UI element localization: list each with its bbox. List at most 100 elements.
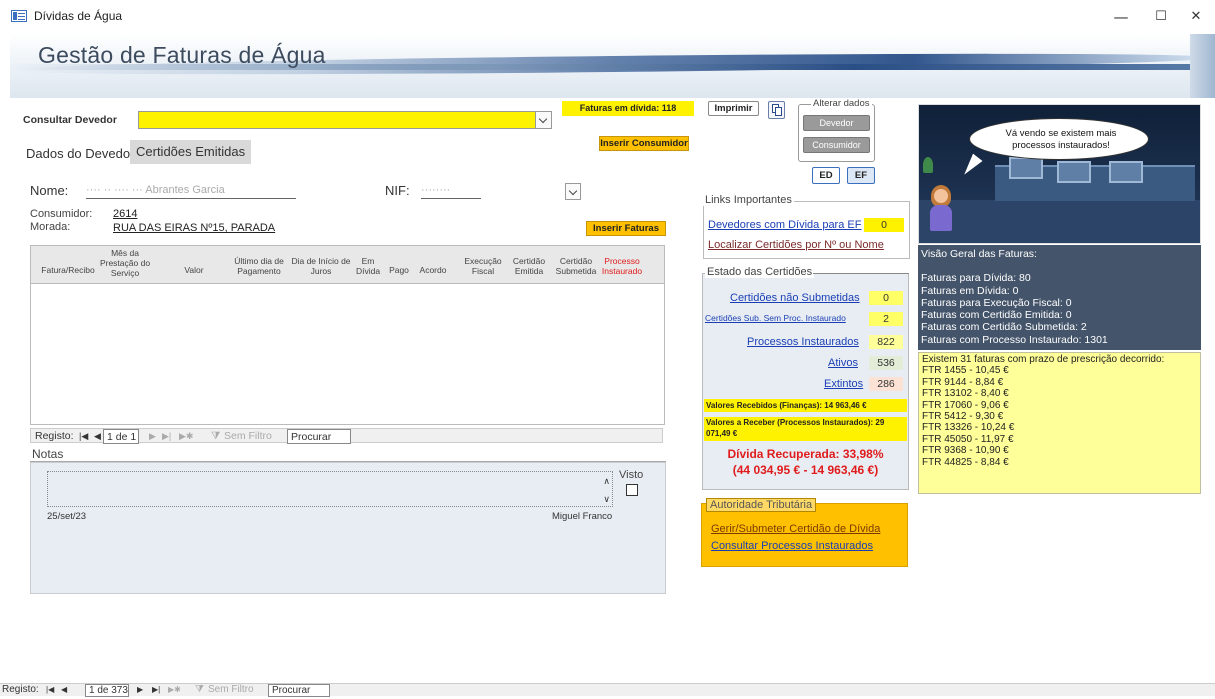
localizar-certidoes-link[interactable]: Localizar Certidões por Nº ou Nome <box>708 239 884 251</box>
visto-label: Visto <box>619 469 644 481</box>
morada-value[interactable]: RUA DAS EIRAS Nº15, PARADA <box>113 222 275 234</box>
col-certidao-submetida: Certidão Submetida <box>555 256 597 276</box>
gerir-certidao-link[interactable]: Gerir/Submeter Certidão de Dívida <box>711 523 880 535</box>
visao-geral-panel: Visão Geral das Faturas: Faturas para Dí… <box>918 245 1201 350</box>
monitor-icon <box>1009 157 1043 179</box>
visao-line: Faturas com Processo Instaurado: 1301 <box>921 333 1108 346</box>
col-ultimo-dia: Último dia de Pagamento <box>234 256 284 276</box>
estado-divider <box>813 273 909 274</box>
col-valor: Valor <box>184 265 204 275</box>
imprimir-button[interactable]: Imprimir <box>708 101 759 116</box>
tab-certidoes-emitidas[interactable]: Certidões Emitidas <box>130 140 252 164</box>
new-record-icon[interactable]: ▶✱ <box>168 684 181 699</box>
ativos-count: 536 <box>869 356 903 370</box>
prescricao-item: FTR 45050 - 11,97 € <box>922 433 1014 445</box>
procurar-input[interactable]: Procurar <box>287 429 351 444</box>
consultar-processos-link[interactable]: Consultar Processos Instaurados <box>711 540 873 552</box>
sem-filtro-button[interactable]: Sem Filtro <box>224 429 272 444</box>
extintos-link[interactable]: Extintos <box>824 378 863 390</box>
consumidor-value[interactable]: 2614 <box>113 208 137 220</box>
maximize-button[interactable]: ☐ <box>1141 4 1181 30</box>
next-record-icon[interactable]: ▶ <box>137 684 143 699</box>
registo-label: Registo: <box>2 684 39 695</box>
first-record-icon[interactable]: |◀ <box>46 684 54 699</box>
col-execucao-fiscal: Execução Fiscal <box>464 256 502 276</box>
title-bar: Dívidas de Água — ☐ ✕ <box>0 0 1215 34</box>
sem-filtro-button[interactable]: Sem Filtro <box>208 684 254 699</box>
devedores-ef-link[interactable]: Devedores com Dívida para EF <box>708 219 861 231</box>
estado-certidoes-panel: Estado das Certidões Certidões não Subme… <box>702 266 909 490</box>
minimize-button[interactable]: — <box>1101 4 1141 30</box>
prescricao-item: FTR 13102 - 8,40 € <box>922 388 1009 400</box>
ativos-link[interactable]: Ativos <box>828 357 858 369</box>
notas-textbox[interactable]: ∧ ∨ <box>47 471 613 507</box>
chevron-down-icon <box>566 184 580 199</box>
links-importantes-label: Links Importantes <box>703 194 794 206</box>
alterar-consumidor-button[interactable]: Consumidor <box>803 137 870 153</box>
banner-title: Gestão de Faturas de Água <box>38 42 326 68</box>
visao-line: Faturas com Certidão Submetida: 2 <box>921 321 1087 334</box>
visao-line: Faturas com Certidão Emitida: 0 <box>921 309 1072 322</box>
scroll-down-icon[interactable]: ∨ <box>603 494 610 505</box>
autoridade-tributaria-label: Autoridade Tributária <box>706 498 817 512</box>
last-record-icon[interactable]: ▶| <box>162 429 171 444</box>
nif-value[interactable]: ········ <box>421 184 481 199</box>
ed-button[interactable]: ED <box>812 167 840 184</box>
record-position-input[interactable]: 1 de 373 <box>85 684 129 697</box>
subform-navigation: Registo: |◀ ◀ 1 de 1 ▶ ▶| ▶✱ ⧩ Sem Filtr… <box>30 428 663 444</box>
col-certidao-emitida: Certidão Emitida <box>512 256 546 276</box>
consumidor-label: Consumidor: <box>30 208 93 220</box>
prescricao-item: FTR 13326 - 10,24 € <box>922 422 1015 434</box>
tab-dados-devedor[interactable]: Dados do Devedor <box>20 142 140 165</box>
certidoes-nao-submetidas-link[interactable]: Certidões não Submetidas <box>730 292 860 304</box>
close-button[interactable]: ✕ <box>1176 4 1215 30</box>
prescricao-intro: Existem 31 faturas com prazo de prescriç… <box>922 354 1165 365</box>
processos-instaurados-link[interactable]: Processos Instaurados <box>747 336 859 348</box>
divida-recuperada-values: (44 034,95 € - 14 963,46 €) <box>732 463 879 477</box>
consultar-devedor-label: Consultar Devedor <box>23 114 117 126</box>
extintos-count: 286 <box>869 377 903 391</box>
office-illustration: Vá vendo se existem mais processos insta… <box>918 104 1201 244</box>
banner-edge <box>1190 34 1215 98</box>
prescricao-item: FTR 9144 - 8,84 € <box>922 376 1004 388</box>
prescricao-item: FTR 1455 - 10,45 € <box>922 365 1009 377</box>
valores-a-receber: Valores a Receber (Processos Instaurados… <box>704 417 907 441</box>
ef-button[interactable]: EF <box>847 167 875 184</box>
col-fatura-recibo: Fatura/Recibo <box>41 265 95 275</box>
record-position-input[interactable]: 1 de 1 <box>103 429 139 444</box>
links-importantes-group: Links Importantes Devedores com Dívida p… <box>703 194 910 259</box>
faturas-em-divida-badge: Faturas em dívida: 118 <box>562 101 694 116</box>
next-record-icon[interactable]: ▶ <box>149 429 156 444</box>
last-record-icon[interactable]: ▶| <box>152 684 160 699</box>
woman-avatar <box>930 205 952 231</box>
inserir-consumidor-button[interactable]: Inserir Consumidor <box>599 136 689 151</box>
speech-text: Vá vendo se existem mais processos insta… <box>1005 128 1117 151</box>
filter-icon: ⧩ <box>211 430 221 442</box>
col-processo-instaurado: Processo Instaurado <box>601 256 643 276</box>
prev-record-icon[interactable]: ◀ <box>61 684 67 699</box>
col-inicio-juros: Dia de Início de Juros <box>291 256 351 276</box>
prev-record-icon[interactable]: ◀ <box>94 429 101 444</box>
alterar-devedor-button[interactable]: Devedor <box>803 115 870 131</box>
window-title: Dívidas de Água <box>34 9 123 23</box>
faturas-table[interactable]: Fatura/Recibo Mês da Prestação do Serviç… <box>30 245 665 425</box>
consultar-devedor-combo[interactable] <box>138 111 552 129</box>
prescricao-item: FTR 44825 - 8,84 € <box>922 456 1009 468</box>
autoridade-tributaria-panel: Autoridade Tributária Gerir/Submeter Cer… <box>701 498 908 567</box>
nome-value[interactable]: ···· ·· ···· ··· Abrantes Garcia <box>86 184 296 199</box>
speech-tail <box>959 153 983 179</box>
chevron-down-icon[interactable] <box>535 112 551 128</box>
divida-recuperada-percent: Dívida Recuperada: 33,98% <box>727 447 884 461</box>
nif-dropdown[interactable] <box>565 183 581 200</box>
scroll-up-icon[interactable]: ∧ <box>603 476 610 487</box>
first-record-icon[interactable]: |◀ <box>79 429 88 444</box>
new-record-icon[interactable]: ▶✱ <box>179 429 193 444</box>
visto-checkbox[interactable] <box>626 484 638 496</box>
prescricao-item: FTR 5412 - 9,30 € <box>922 411 1004 423</box>
certidoes-sem-processo-link[interactable]: Certidões Sub. Sem Proc. Instaurado <box>705 313 846 323</box>
col-acordo: Acordo <box>419 265 447 275</box>
copy-report-icon[interactable] <box>768 101 785 119</box>
procurar-input[interactable]: Procurar <box>268 684 330 697</box>
inserir-faturas-button[interactable]: Inserir Faturas <box>586 221 666 236</box>
filter-icon: ⧩ <box>195 684 204 695</box>
